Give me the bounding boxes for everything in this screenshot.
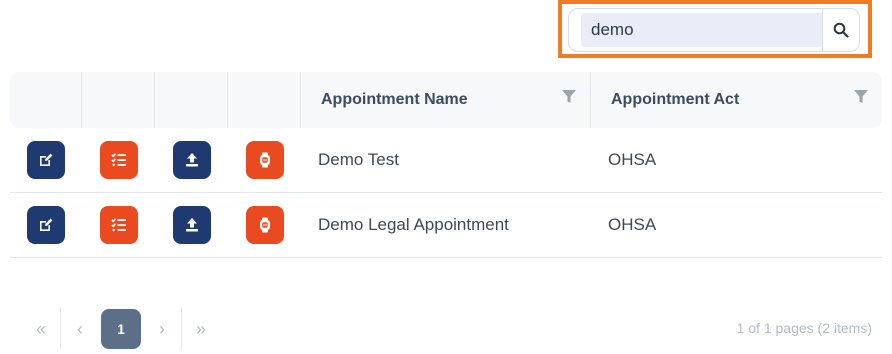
device-button[interactable]: [245, 206, 284, 244]
action-cell: [228, 193, 301, 257]
device-icon: [259, 152, 270, 168]
page-button-1[interactable]: 1: [101, 309, 141, 349]
upload-icon: [185, 153, 198, 167]
filter-icon[interactable]: [854, 90, 868, 104]
column-header-action-1: [10, 72, 82, 128]
action-cell: [10, 128, 82, 192]
search-icon: [833, 22, 849, 38]
action-cell: [10, 193, 82, 257]
table-row: Demo Test OHSA: [10, 128, 882, 193]
checklist-icon: [110, 153, 126, 167]
action-cell: [82, 128, 155, 192]
first-page-button[interactable]: «: [22, 308, 61, 350]
column-header-action-3: [155, 72, 228, 128]
checklist-button[interactable]: [99, 141, 138, 179]
prev-page-button[interactable]: ‹: [61, 308, 99, 350]
search-button[interactable]: [822, 9, 859, 51]
table-row: Demo Legal Appointment OHSA: [10, 193, 882, 258]
upload-icon: [185, 218, 198, 232]
appointments-table: Appointment Name Appointment Act Demo Te…: [10, 72, 882, 258]
action-cell: [228, 128, 301, 192]
search-input[interactable]: [581, 13, 822, 47]
appointment-name-cell: Demo Test: [318, 150, 399, 169]
filter-icon[interactable]: [562, 90, 576, 104]
upload-button[interactable]: [172, 141, 211, 179]
column-header-appointment-act[interactable]: Appointment Act: [591, 72, 882, 128]
device-button[interactable]: [245, 141, 284, 179]
search-box: [568, 8, 860, 52]
column-header-appointment-name[interactable]: Appointment Name: [301, 72, 591, 128]
pagination: « ‹ 1 › »: [22, 308, 220, 350]
appointment-act-cell: OHSA: [608, 150, 657, 169]
appointment-act-cell: OHSA: [608, 215, 657, 234]
column-header-label: Appointment Act: [611, 91, 740, 108]
action-cell: [155, 128, 228, 192]
table-header: Appointment Name Appointment Act: [10, 72, 882, 128]
last-page-button[interactable]: »: [182, 308, 220, 350]
column-header-action-2: [82, 72, 155, 128]
edit-button[interactable]: [27, 206, 65, 244]
action-cell: [155, 193, 228, 257]
column-header-action-4: [228, 72, 301, 128]
edit-icon: [40, 153, 53, 166]
edit-icon: [40, 218, 53, 231]
next-page-button[interactable]: ›: [143, 308, 182, 350]
pagination-summary: 1 of 1 pages (2 items): [736, 320, 872, 336]
edit-button[interactable]: [27, 141, 65, 179]
column-header-label: Appointment Name: [321, 91, 468, 108]
device-icon: [259, 217, 270, 233]
checklist-icon: [110, 218, 126, 232]
appointment-name-cell: Demo Legal Appointment: [318, 215, 509, 234]
action-cell: [82, 193, 155, 257]
checklist-button[interactable]: [99, 206, 138, 244]
upload-button[interactable]: [172, 206, 211, 244]
